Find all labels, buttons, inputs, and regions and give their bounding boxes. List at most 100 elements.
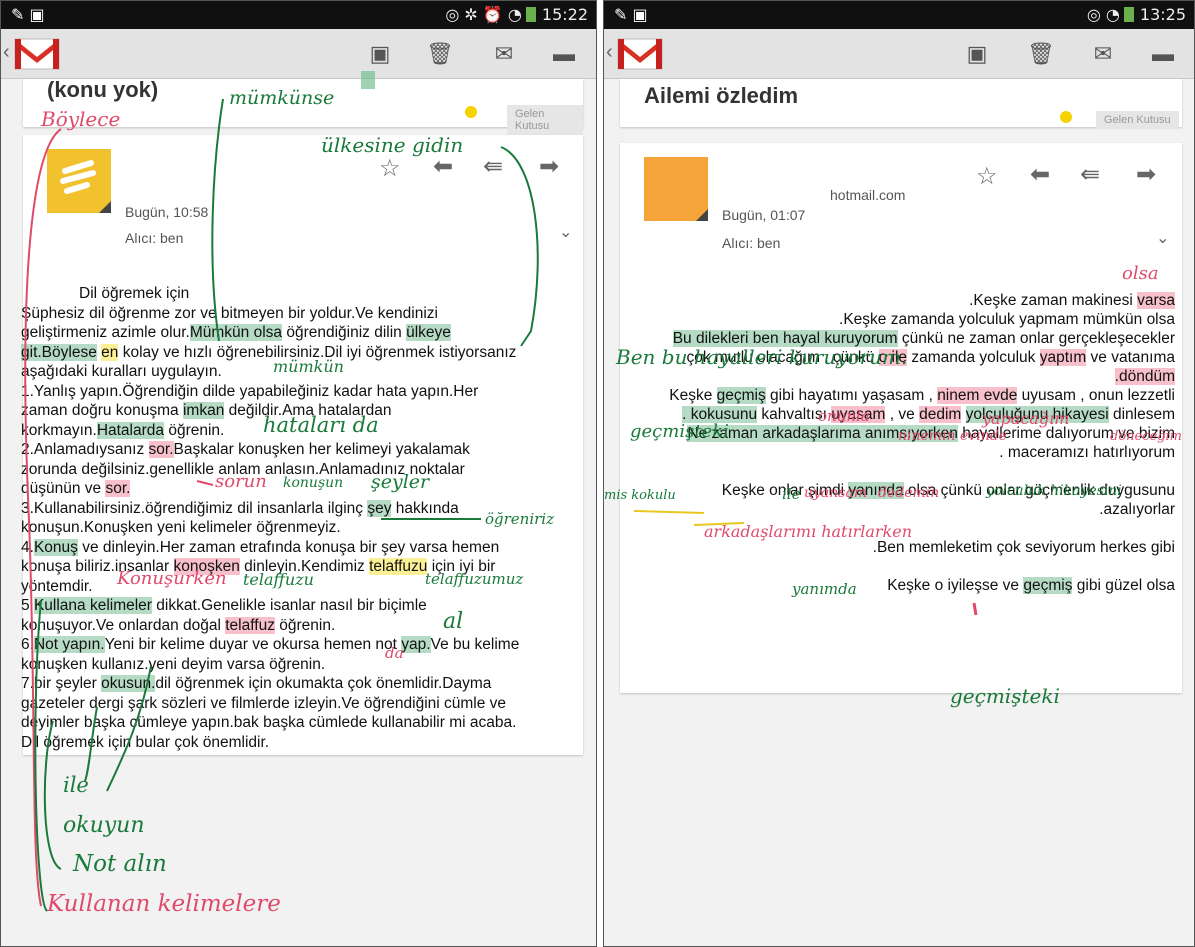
highlighted-text: geçmiş <box>1023 577 1073 594</box>
annotation: uyansam <box>804 485 868 501</box>
highlighted-text: geçmiş <box>716 387 766 404</box>
annotation: olsa <box>1122 263 1159 284</box>
right-phone-screenshot: ✎ ▣ ◎ ◔ 13:25 ‹ ▣ 🗑 ✉ ▬ Ailemi özledim Ge… <box>603 0 1195 947</box>
sender-avatar <box>644 157 708 221</box>
annotation: geçmişteki <box>630 421 729 442</box>
move-to-folder-icon[interactable]: ▬ <box>1148 41 1178 67</box>
body-line: gazeteler dergi şark sözleri ve filmlerd… <box>21 694 507 712</box>
status-icons: ◎ ✲ ⏰ ◔ 15:22 <box>445 5 588 24</box>
annotation: okuyun <box>63 813 145 838</box>
annotation: şeyler <box>371 471 430 493</box>
star-icon[interactable]: ☆ <box>976 165 998 189</box>
email-date: Bugün, 10:58 <box>125 204 209 220</box>
body-line: Keşke geçmiş gibi hayatımı yaşasam , nin… <box>669 387 1175 404</box>
move-to-folder-icon[interactable]: ▬ <box>549 41 579 67</box>
delete-icon[interactable]: 🗑 <box>425 41 455 67</box>
annotation: Kullanan kelimelere <box>47 891 281 917</box>
inbox-label[interactable]: Gelen Kutusu <box>507 105 583 135</box>
body-line: 7.bir şeyler okusun.dil öğrenmek için ok… <box>21 675 492 692</box>
annotation: yanımda <box>792 580 857 598</box>
highlighted-text: telaffuz <box>225 616 275 634</box>
archive-icon[interactable]: ▣ <box>962 41 992 67</box>
body-line: Şüphesiz dil öğrenme zor ve bitmeyen bir… <box>21 304 439 322</box>
annotation: onunla <box>818 407 870 425</box>
highlighted-text: varsa <box>1137 292 1175 309</box>
inbox-label[interactable]: Gelen Kutusu <box>1096 111 1179 129</box>
email-body: .Keşke zaman makinesi varsa .Keşke zamand… <box>612 291 1175 595</box>
annotation: ninemin evinde <box>898 428 1007 444</box>
annotation: Not alın <box>73 851 167 877</box>
gmail-logo-icon[interactable] <box>614 35 666 73</box>
body-line: 2.Anlamadıysanız sor.Başkalar konuşken h… <box>21 441 470 458</box>
annotation: mümkünse <box>229 87 335 109</box>
highlighted-text: dedim <box>919 406 962 423</box>
body-line: .Keşke zaman makinesi varsa <box>969 292 1175 309</box>
annotation: yapacağım <box>982 409 1070 428</box>
body-line: 1.Yanlış yapın.Öğrendiğin dilde yapabile… <box>21 382 479 400</box>
mark-unread-icon[interactable]: ✉ <box>1088 41 1118 67</box>
forward-icon[interactable]: ➡ <box>539 155 559 179</box>
body-line: 6.Not yapın.Yeni bir kelime duyar ve oku… <box>21 636 520 653</box>
highlighted-text: okusun. <box>101 675 156 692</box>
annotation: ülkesine gidin <box>321 133 464 157</box>
annotation: hataları da <box>263 413 379 437</box>
body-line: konuşuyor.Ve onlardan doğal telaffuz öğr… <box>21 616 336 634</box>
battery-icon <box>525 7 536 22</box>
expand-details-icon[interactable]: ⌄ <box>1156 227 1169 251</box>
body-line <box>612 557 1175 576</box>
reply-all-icon[interactable]: ⇚ <box>1080 163 1100 187</box>
delete-icon[interactable]: 🗑 <box>1026 41 1056 67</box>
highlighted-text: imkan <box>182 402 225 419</box>
annotation: da <box>385 644 404 662</box>
annotation: telaffuzumuz <box>425 570 524 588</box>
body-line: konuşken kullanız.yeni deyim varsa öğren… <box>21 655 326 673</box>
battery-icon <box>1123 7 1134 22</box>
annotation: döneceğim <box>1110 429 1182 444</box>
annotation: konuşun <box>283 475 344 491</box>
highlighted-text: yaptım <box>1039 349 1087 366</box>
edit-icon: ✎ ▣ <box>11 5 45 24</box>
back-icon[interactable]: ‹ <box>606 41 613 64</box>
mark-unread-icon[interactable]: ✉ <box>489 41 519 67</box>
body-line: Keşke o iyileşse ve geçmiş gibi güzel ol… <box>887 577 1175 594</box>
annotation: ile <box>782 485 801 503</box>
reply-icon[interactable]: ⬅ <box>1030 163 1050 187</box>
sender-avatar <box>47 149 111 213</box>
annotation: Ben bu hayalleri kuruyorum. <box>616 345 908 369</box>
highlighted-text: git.Böylese <box>21 343 97 361</box>
annotation: sorun <box>215 471 267 492</box>
body-line: Dil öğremek için bular çok önemlidir. <box>21 733 270 751</box>
back-icon[interactable]: ‹ <box>3 41 10 64</box>
edit-icon: ✎ ▣ <box>614 5 648 24</box>
highlighted-text: sor. <box>148 441 174 458</box>
forward-icon[interactable]: ➡ <box>1136 163 1156 187</box>
left-phone-screenshot: ✎ ▣ ◎ ✲ ⏰ ◔ 15:22 ‹ ▣ 🗑 ✉ ▬ (konu yok) Ge… <box>0 0 597 947</box>
reply-icon[interactable]: ⬅ <box>433 155 453 179</box>
gmail-logo-icon[interactable] <box>11 35 63 73</box>
annotation: mümkün <box>273 357 344 376</box>
body-lines: .Keşke zaman makinesi varsa .Keşke zamand… <box>612 291 1175 595</box>
annotation: Böylece <box>41 107 121 131</box>
email-recipient[interactable]: Alıcı: ben <box>722 235 780 251</box>
body-title: Dil öğremek için <box>79 285 190 302</box>
annotation: mis kokulu <box>604 488 676 503</box>
highlighted-text: Kullana kelimeler <box>33 597 152 614</box>
email-date: Bugün, 01:07 <box>722 207 806 223</box>
status-time: 13:25 <box>1139 5 1186 24</box>
archive-icon[interactable]: ▣ <box>365 41 395 67</box>
sender-email: hotmail.com <box>830 187 906 203</box>
star-icon[interactable]: ☆ <box>379 157 401 181</box>
highlighted-text: yap. <box>401 636 431 653</box>
reply-all-icon[interactable]: ⇚ <box>483 155 503 179</box>
annotation: yolculuk hikayesini <box>986 483 1122 499</box>
highlighted-text: sor. <box>105 480 131 497</box>
email-subject: Ailemi özledim <box>644 83 799 108</box>
highlighted-text: Mümkün olsa <box>189 324 283 341</box>
body-line: .azalıyorlar <box>1099 501 1175 518</box>
gmail-action-bar: ‹ ▣ 🗑 ✉ ▬ <box>1 29 596 79</box>
expand-details-icon[interactable]: ⌄ <box>559 221 572 245</box>
email-recipient[interactable]: Alıcı: ben <box>125 230 183 246</box>
highlighted-text: şey <box>367 499 392 517</box>
highlighted-text: Konuş <box>33 538 78 556</box>
highlighted-text: ninem evde <box>937 387 1018 404</box>
